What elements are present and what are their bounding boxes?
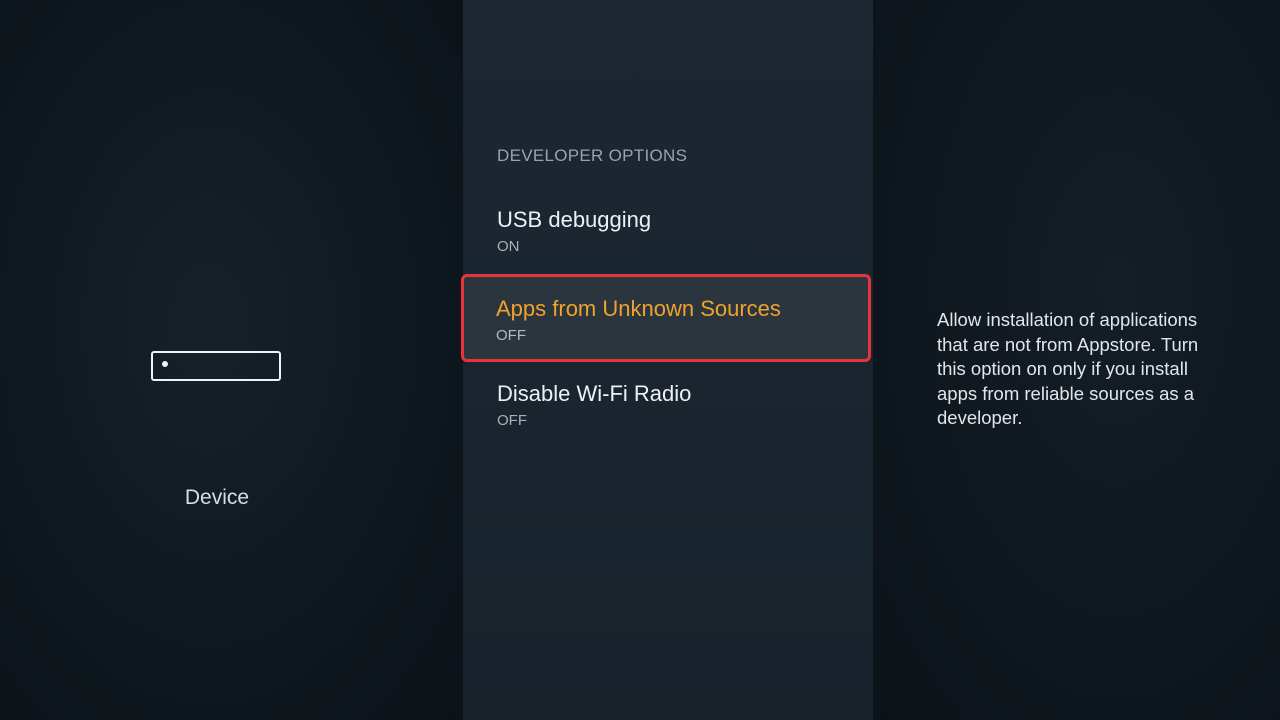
device-led-icon xyxy=(162,361,168,367)
category-label: Device xyxy=(184,486,250,509)
menu-item-apps-from-unknown-sources[interactable]: Apps from Unknown Sources OFF xyxy=(461,274,871,362)
menu-item-title: USB debugging xyxy=(497,207,652,232)
menu-item-title: Apps from Unknown Sources xyxy=(496,296,781,321)
menu-item-value: OFF xyxy=(497,412,527,429)
settings-screen: Device DEVELOPER OPTIONS USB debugging O… xyxy=(0,0,1280,720)
menu-item-value: ON xyxy=(497,238,520,255)
menu-item-value: OFF xyxy=(496,327,526,344)
menu-item-disable-wifi-radio[interactable]: Disable Wi-Fi Radio OFF xyxy=(463,364,871,450)
menu-item-title: Disable Wi-Fi Radio xyxy=(497,381,692,406)
section-header: DEVELOPER OPTIONS xyxy=(497,146,688,165)
menu-item-usb-debugging[interactable]: USB debugging ON xyxy=(463,190,871,276)
option-description: Allow installation of applications that … xyxy=(937,309,1199,428)
category-panel: Device xyxy=(0,0,463,720)
fire-tv-device-icon xyxy=(151,351,281,381)
